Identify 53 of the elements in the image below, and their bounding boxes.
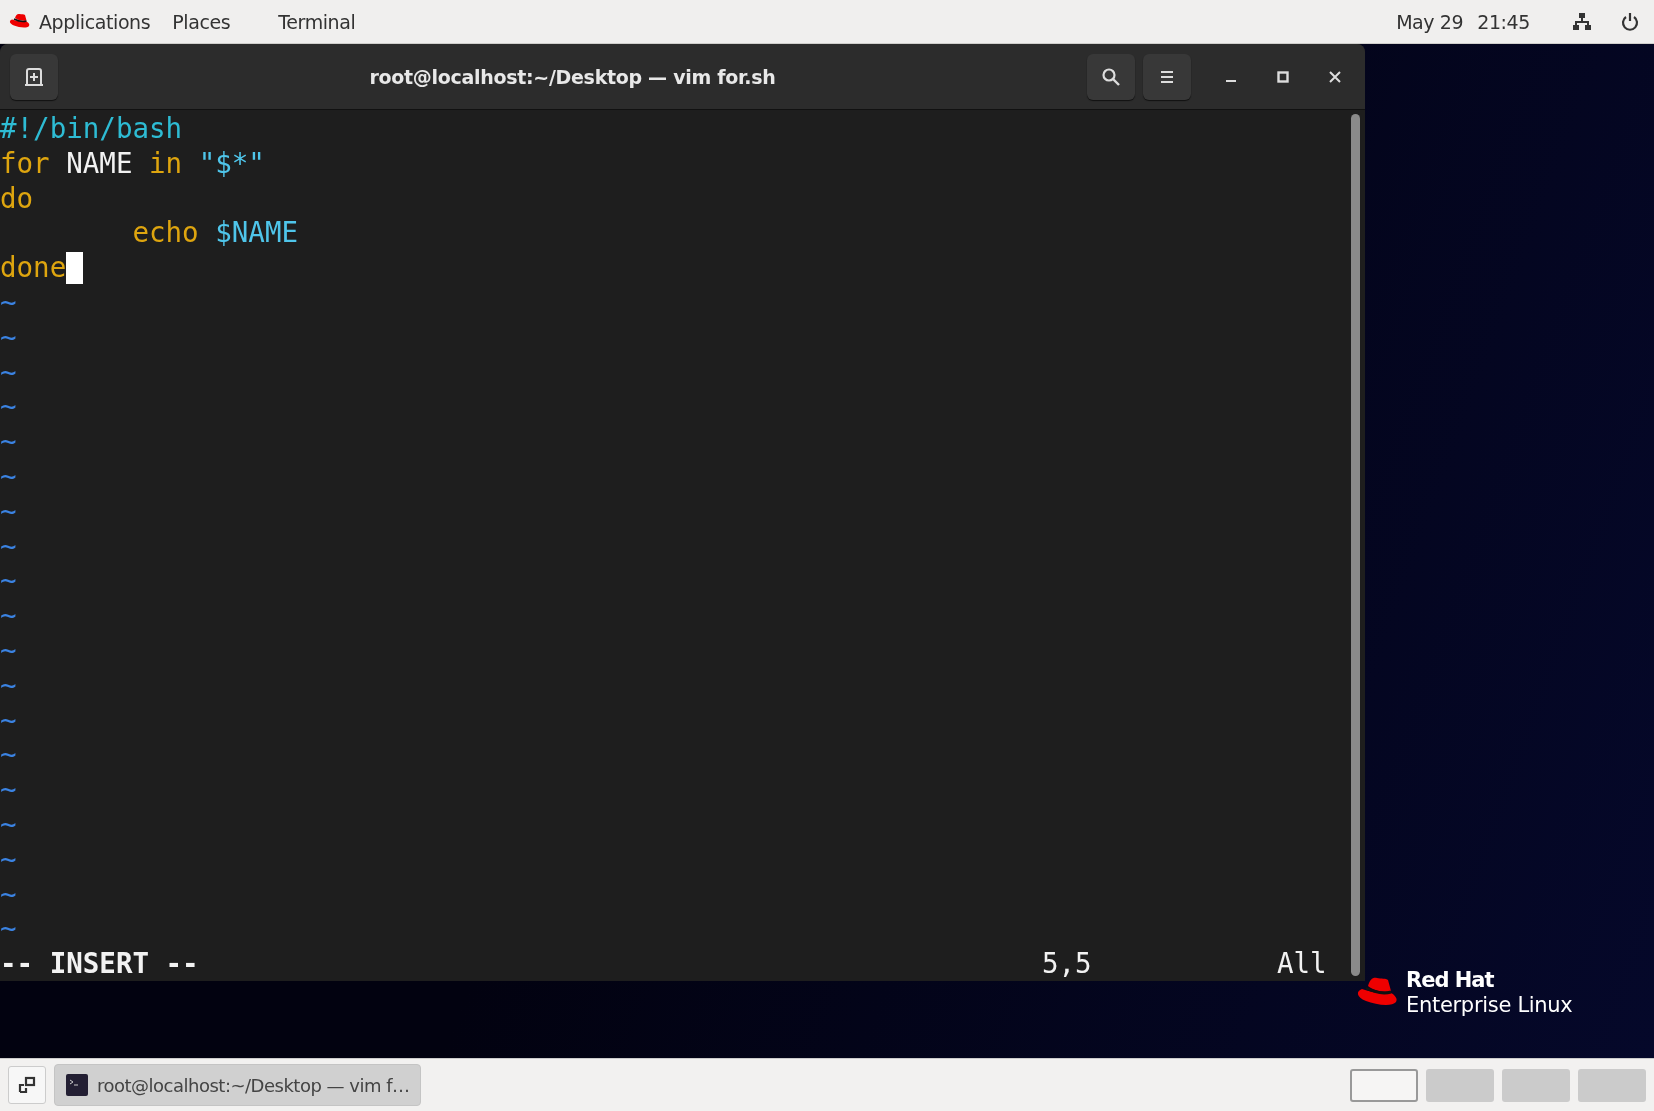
workspace-button[interactable] [1350, 1068, 1418, 1102]
scroll-position: All [1277, 946, 1327, 981]
maximize-icon [1276, 69, 1290, 84]
hat-logo-icon [9, 13, 31, 30]
search-button[interactable] [1087, 53, 1135, 100]
mode-indicator: -- INSERT -- [0, 946, 200, 981]
menu-item[interactable]: Terminal [278, 10, 356, 33]
code-line: do [0, 180, 34, 216]
menu-item[interactable]: Applications [39, 10, 151, 33]
empty-line-marker: ~ [0, 841, 17, 877]
power-icon[interactable] [1620, 11, 1640, 32]
empty-line-marker: ~ [0, 911, 17, 947]
taskbar-window-button[interactable]: root@localhost:~/Desktop — vim f… [54, 1064, 421, 1106]
terminal-icon [65, 1073, 89, 1097]
close-icon [1328, 69, 1342, 84]
empty-line-marker: ~ [0, 354, 17, 390]
empty-line-marker: ~ [0, 319, 17, 355]
show-desktop-button[interactable] [8, 1066, 46, 1104]
code-line: done [0, 250, 67, 285]
empty-line-marker: ~ [0, 702, 17, 738]
empty-line-marker: ~ [0, 806, 17, 842]
logo-title: Red Hat [1406, 968, 1495, 992]
empty-line-marker: ~ [0, 598, 17, 633]
empty-line-marker: ~ [0, 667, 17, 703]
empty-line-marker: ~ [0, 493, 17, 529]
code-line: #!/bin/bash [0, 111, 183, 146]
empty-line-marker: ~ [0, 737, 17, 773]
code-line: echo $NAME [131, 215, 299, 251]
menu-icon [1159, 68, 1175, 85]
time-text[interactable]: 21:45 [1477, 10, 1530, 33]
network-icon[interactable] [1572, 11, 1592, 32]
empty-line-marker: ~ [0, 285, 17, 320]
empty-line-marker: ~ [0, 528, 17, 564]
search-icon [1101, 66, 1121, 87]
scrollbar-thumb[interactable] [1350, 114, 1360, 976]
window-title: root@localhost:~/Desktop — vim for.sh [368, 65, 777, 88]
empty-line-marker: ~ [0, 424, 17, 459]
empty-line-marker: ~ [0, 389, 17, 425]
new-tab-button[interactable] [10, 53, 58, 100]
minimize-icon [1226, 80, 1236, 82]
empty-line-marker: ~ [0, 458, 17, 494]
empty-line-marker: ~ [0, 772, 17, 807]
cursor-position: 5,5 [1042, 946, 1093, 981]
empty-line-marker: ~ [0, 632, 17, 668]
windows-icon [17, 1075, 37, 1095]
menu-button[interactable] [1143, 53, 1191, 100]
code-line: for NAME in "$*" [0, 145, 265, 181]
new-tab-icon [24, 66, 44, 87]
menu-item[interactable]: Places [172, 10, 231, 33]
empty-line-marker: ~ [0, 563, 17, 599]
logo-subtitle: Enterprise Linux [1406, 992, 1573, 1018]
empty-line-marker: ~ [0, 876, 17, 912]
date-text[interactable]: May 29 [1396, 10, 1464, 33]
